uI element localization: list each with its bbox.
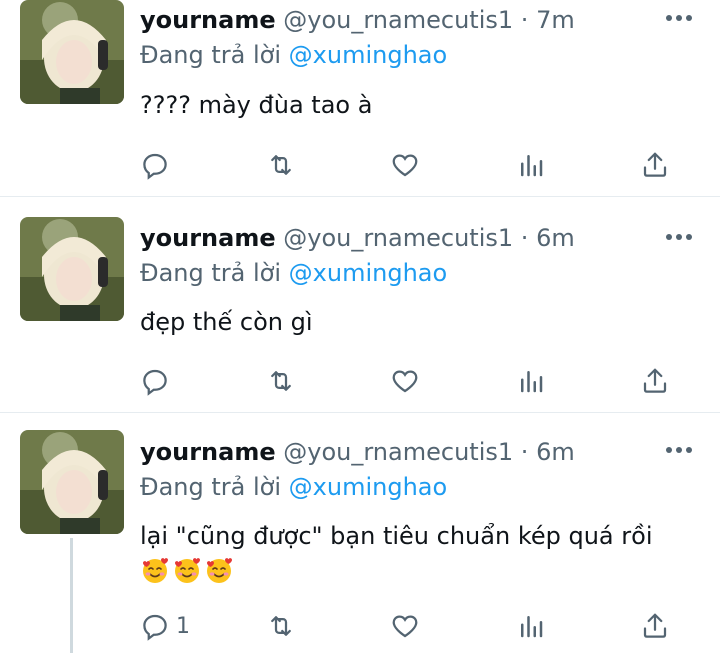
retweet-button[interactable] [266,148,296,182]
replying-to-label: Đang trả lời [140,259,282,287]
views-button[interactable] [516,148,546,182]
action-bar [140,148,680,182]
share-button[interactable] [640,148,670,182]
separator-dot: · [520,438,529,466]
share-icon [643,152,667,177]
tweet-text-content: ???? mày đùa tao à [140,91,373,119]
replying-to: Đang trả lời @xuminghao [140,258,447,288]
mention-link[interactable]: @xuminghao [289,259,448,287]
reply-icon [143,369,167,396]
tweet-2[interactable]: yourname @you_rnamecutis1 · 6m Đang trả … [0,197,720,412]
like-button[interactable] [390,148,420,182]
mention-link[interactable]: @xuminghao [289,41,448,69]
action-bar: 1 [140,609,680,643]
views-icon [521,616,543,638]
timestamp[interactable]: 6m [536,224,575,252]
retweet-icon [271,155,291,175]
heart-icon [392,154,418,177]
replying-to-label: Đang trả lời [140,473,282,501]
thread-line [70,538,73,653]
more-icon[interactable] [664,227,694,247]
tweet-3[interactable]: yourname @you_rnamecutis1 · 6m Đang trả … [0,413,720,653]
retweet-icon [271,371,291,391]
more-icon[interactable] [664,8,694,28]
reply-button[interactable] [140,364,176,398]
retweet-button[interactable] [266,364,296,398]
views-icon [521,155,543,177]
author-name[interactable]: yourname [140,6,276,34]
tweet-header: yourname @you_rnamecutis1 · 6m [140,437,575,467]
views-button[interactable] [516,609,546,643]
share-button[interactable] [640,364,670,398]
tweet-header: yourname @you_rnamecutis1 · 6m [140,223,575,253]
heart-icon [392,370,418,393]
separator-dot: · [520,224,529,252]
reply-count: 1 [176,613,190,639]
views-button[interactable] [516,364,546,398]
reply-button[interactable]: 1 [140,609,190,643]
smiling-face-with-hearts-icon [175,558,200,583]
share-icon [643,368,667,393]
author-handle[interactable]: @you_rnamecutis1 [283,6,513,34]
mention-link[interactable]: @xuminghao [289,473,448,501]
share-button[interactable] [640,609,670,643]
smiling-face-with-hearts-icon [207,558,232,583]
tweet-text-content: đẹp thế còn gì [140,308,313,336]
more-icon[interactable] [664,440,694,460]
share-icon [643,613,667,638]
emoji-row [140,555,710,585]
replying-to: Đang trả lời @xuminghao [140,40,447,70]
avatar[interactable] [20,0,124,104]
views-icon [521,371,543,393]
tweet-text: ???? mày đùa tao à [140,88,710,122]
reply-button[interactable] [140,148,176,182]
smiling-face-with-hearts-icon [143,558,168,583]
like-button[interactable] [390,609,420,643]
timestamp[interactable]: 7m [536,6,575,34]
retweet-icon [271,616,291,636]
avatar[interactable] [20,217,124,321]
author-name[interactable]: yourname [140,438,276,466]
retweet-button[interactable] [266,609,296,643]
tweet-text: đẹp thế còn gì [140,305,710,339]
author-handle[interactable]: @you_rnamecutis1 [283,224,513,252]
like-button[interactable] [390,364,420,398]
action-bar [140,364,680,398]
replying-to-label: Đang trả lời [140,41,282,69]
reply-icon [143,153,167,180]
timestamp[interactable]: 6m [536,438,575,466]
author-handle[interactable]: @you_rnamecutis1 [283,438,513,466]
heart-icon [392,615,418,638]
tweet-1[interactable]: yourname @you_rnamecutis1 · 7m Đang trả … [0,0,720,196]
separator-dot: · [520,6,529,34]
reply-icon [143,614,167,641]
tweet-header: yourname @you_rnamecutis1 · 7m [140,5,575,35]
tweet-text: lại "cũng được" bạn tiêu chuẩn kép quá r… [140,519,710,585]
replying-to: Đang trả lời @xuminghao [140,472,447,502]
tweet-text-content: lại "cũng được" bạn tiêu chuẩn kép quá r… [140,522,653,550]
avatar[interactable] [20,430,124,534]
author-name[interactable]: yourname [140,224,276,252]
